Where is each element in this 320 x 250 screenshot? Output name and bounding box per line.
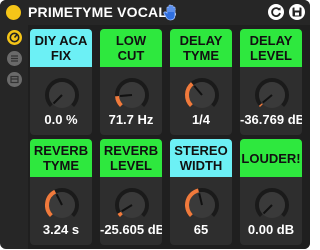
title-bar: PRIMETYME VOCALS	[0, 0, 310, 25]
macro-knob[interactable]	[42, 75, 82, 115]
macro-cell: LOUDER! 0.00 dB	[240, 139, 302, 245]
macro-cell: DIY ACA FIX 0.0 %	[30, 29, 92, 135]
macro-value: 65	[193, 222, 209, 237]
macro-label-line1: STEREO	[174, 143, 228, 158]
macro-value: 0.00 dB	[247, 222, 295, 237]
preset-button[interactable]	[7, 72, 22, 87]
macro-label-line1: REVERB	[103, 143, 159, 158]
list-icon	[11, 55, 18, 62]
save-button[interactable]	[289, 4, 305, 20]
macro-panel: DIY ACA FIX 0.0 % LOW CUT 71.7 Hz DELAY TYME 1/4…	[28, 25, 310, 249]
macro-label-line1: REVERB	[33, 143, 89, 158]
macro-label-line1: DELAY	[249, 33, 293, 48]
macro-label[interactable]: DELAY TYME	[170, 29, 232, 67]
macro-label-line2: CUT	[117, 48, 145, 63]
macro-cell: REVERB TYME 3.24 s	[30, 139, 92, 245]
refresh-button[interactable]	[268, 4, 284, 20]
macro-label-line2: LEVEL	[250, 48, 292, 63]
device-panel: PRIMETYME VOCALS DIY ACA FIX 0.0 % LOW C…	[0, 0, 310, 249]
macro-value: 0.0 %	[44, 112, 78, 127]
macro-label[interactable]: DIY ACA FIX	[30, 29, 92, 67]
macro-cell: LOW CUT 71.7 Hz	[100, 29, 162, 135]
macro-cell: DELAY TYME 1/4	[170, 29, 232, 135]
macro-label[interactable]: DELAY LEVEL	[240, 29, 302, 67]
device-title: PRIMETYME VOCALS	[28, 4, 177, 20]
macro-value: -36.769 dB	[240, 112, 302, 127]
macro-cell: STEREO WIDTH 65	[170, 139, 232, 245]
automation-icon	[9, 32, 20, 43]
macro-label-line1: DIY ACA	[34, 33, 88, 48]
macro-label-line2: TYME	[182, 48, 220, 63]
macro-label-line1: DELAY	[179, 33, 223, 48]
macro-knob[interactable]	[252, 75, 292, 115]
knob-arc	[258, 103, 263, 108]
list-button[interactable]	[7, 51, 22, 66]
macro-knob[interactable]	[252, 185, 292, 225]
macro-knob[interactable]	[112, 75, 152, 115]
macro-knob[interactable]	[112, 185, 152, 225]
macro-cell: DELAY LEVEL -36.769 dB	[240, 29, 302, 135]
macro-knob[interactable]	[182, 185, 222, 225]
macro-value: 71.7 Hz	[108, 112, 154, 127]
macro-cell: REVERB LEVEL -25.605 dB	[100, 139, 162, 245]
automation-button[interactable]	[7, 30, 22, 45]
macro-label-line2: TYME	[42, 158, 80, 173]
knob-pointer	[119, 94, 133, 97]
macro-value: 1/4	[191, 112, 211, 127]
macro-label[interactable]: REVERB LEVEL	[100, 139, 162, 177]
macro-label[interactable]: LOW CUT	[100, 29, 162, 67]
macro-value: -25.605 dB	[100, 222, 162, 237]
macro-value: 3.24 s	[42, 222, 80, 237]
hand-icon	[163, 4, 176, 21]
macro-label[interactable]: REVERB TYME	[30, 139, 92, 177]
macro-label-line2: WIDTH	[179, 158, 223, 173]
save-icon	[292, 7, 302, 17]
macro-label-line1: LOUDER!	[241, 150, 301, 166]
macro-label-line1: LOW	[115, 33, 147, 48]
macro-knob[interactable]	[42, 185, 82, 225]
preset-icon	[10, 75, 19, 84]
refresh-icon	[271, 7, 281, 17]
knob-arc	[117, 211, 123, 218]
macro-label[interactable]: STEREO WIDTH	[170, 139, 232, 177]
macro-label-line2: LEVEL	[110, 158, 152, 173]
macro-label[interactable]: LOUDER!	[240, 139, 302, 177]
macro-label-line2: FIX	[50, 48, 72, 63]
macro-knob[interactable]	[182, 75, 222, 115]
power-icon[interactable]	[6, 5, 21, 20]
